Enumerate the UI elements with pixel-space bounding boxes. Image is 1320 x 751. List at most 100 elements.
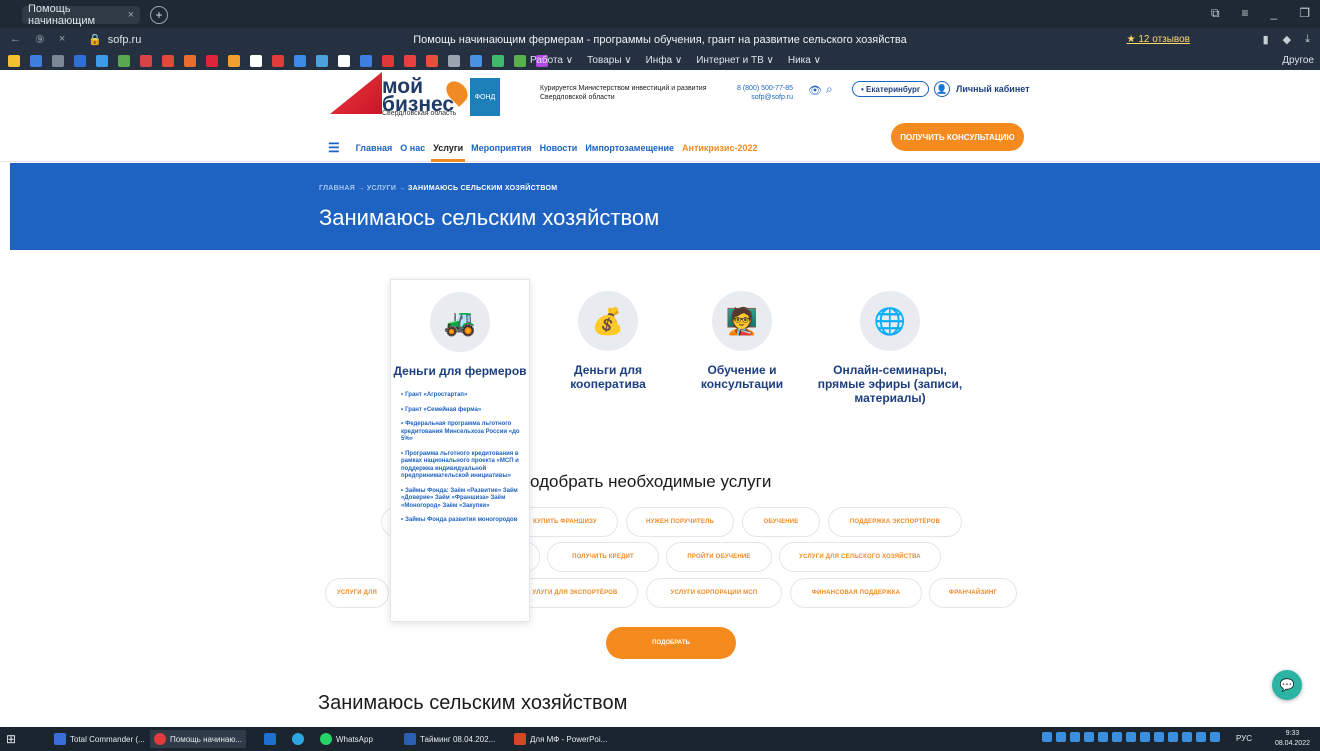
chip-take-training[interactable]: ПРОЙТИ ОБУЧЕНИЕ bbox=[666, 542, 772, 572]
chip-need-guarantor[interactable]: НУЖЕН ПОРУЧИТЕЛЬ bbox=[626, 507, 734, 537]
bookmark-favicon-icon[interactable] bbox=[206, 55, 218, 67]
menu-icon[interactable]: ≡ bbox=[1242, 6, 1249, 21]
chip-exporters-services[interactable]: УЛУГИ ДЛЯ ЭКСПОРТЁРОВ bbox=[512, 578, 638, 608]
sub-service-link[interactable]: • Федеральная программа льготного кредито… bbox=[401, 421, 529, 444]
taskbar-total-commander[interactable]: Total Commander (... bbox=[50, 730, 149, 748]
bookmark-favicon-icon[interactable] bbox=[360, 55, 372, 67]
taskbar-outlook[interactable] bbox=[260, 730, 280, 748]
chip-msp-corporation-services[interactable]: УСЛУГИ КОРПОРАЦИИ МСП bbox=[646, 578, 782, 608]
tray-icon[interactable] bbox=[1168, 732, 1178, 742]
taskbar-whatsapp[interactable]: WhatsApp bbox=[316, 730, 377, 748]
tray-icon[interactable] bbox=[1042, 732, 1052, 742]
menu-item-import-substitution[interactable]: Импортозамещение bbox=[583, 143, 676, 153]
close-icon[interactable]: × bbox=[128, 9, 134, 21]
tray-icon[interactable] bbox=[1056, 732, 1066, 742]
bookmark-favicon-icon[interactable] bbox=[470, 55, 482, 67]
city-selector[interactable]: • Екатеринбург bbox=[852, 81, 930, 97]
tray-icon[interactable] bbox=[1112, 732, 1122, 742]
bookmark-favicon-icon[interactable] bbox=[316, 55, 328, 67]
reviews-link[interactable]: ★ 12 отзывов bbox=[1127, 34, 1190, 45]
windows-start-icon[interactable]: ⊞ bbox=[6, 732, 20, 746]
bookmark-favicon-icon[interactable] bbox=[52, 55, 64, 67]
email-link[interactable]: sofp@sofp.ru bbox=[737, 93, 793, 102]
search-icon[interactable]: ⌕ bbox=[826, 82, 833, 97]
card-training[interactable]: 🧑‍🏫 Обучение и консультации bbox=[672, 285, 812, 391]
menu-item-home[interactable]: Главная bbox=[354, 143, 395, 153]
bookmark-favicon-icon[interactable] bbox=[492, 55, 504, 67]
taskbar-powerpoint[interactable]: Для МФ - PowerPoi... bbox=[510, 730, 611, 748]
bookmark-favicon-icon[interactable] bbox=[382, 55, 394, 67]
chat-button[interactable]: 💬 bbox=[1272, 670, 1302, 700]
sub-service-link[interactable]: • Программа льготного кредитования в рамк… bbox=[401, 451, 529, 481]
tabs-icon[interactable]: ⧉ bbox=[1211, 6, 1220, 21]
sub-service-link[interactable]: • Грант «Семейная ферма» bbox=[401, 407, 529, 415]
bookmark-folder-nika[interactable]: Ника ∨ bbox=[788, 55, 821, 66]
card-webinars[interactable]: 🌐 Онлайн-семинары, прямые эфиры (записи,… bbox=[810, 285, 970, 405]
chip-get-credit[interactable]: ПОЛУЧИТЬ КРЕДИТ bbox=[547, 542, 659, 572]
bookmark-favicon-icon[interactable] bbox=[140, 55, 152, 67]
phone-link[interactable]: 8 (800) 500-77-85 bbox=[737, 84, 793, 93]
pick-services-button[interactable]: ПОДОБРАТЬ bbox=[606, 627, 736, 659]
menu-item-events[interactable]: Мероприятия bbox=[469, 143, 533, 153]
bookmark-favicon-icon[interactable] bbox=[338, 55, 350, 67]
tray-icon[interactable] bbox=[1126, 732, 1136, 742]
breadcrumb-services[interactable]: УСЛУГИ bbox=[367, 185, 396, 192]
taskbar-telegram[interactable] bbox=[288, 730, 308, 748]
sub-service-link[interactable]: • Грант «Агростартап» bbox=[401, 392, 529, 400]
download-icon[interactable]: ⤓ bbox=[1305, 33, 1310, 46]
bookmark-favicon-icon[interactable] bbox=[272, 55, 284, 67]
minimize-icon[interactable]: _ bbox=[1271, 6, 1278, 21]
bookmark-folder-info[interactable]: Инфа ∨ bbox=[646, 55, 683, 66]
bookmark-favicon-icon[interactable] bbox=[514, 55, 526, 67]
tray-icon[interactable] bbox=[1140, 732, 1150, 742]
bookmark-folder-work[interactable]: Работа ∨ bbox=[530, 55, 573, 66]
menu-item-about[interactable]: О нас bbox=[398, 143, 427, 153]
chip-franchising[interactable]: ФРАНЧАЙЗИНГ bbox=[929, 578, 1017, 608]
bookmark-favicon-icon[interactable] bbox=[162, 55, 174, 67]
taskbar-word[interactable]: Тайминг 08.04.202... bbox=[400, 730, 499, 748]
clock[interactable]: 9:33 08.04.2022 bbox=[1275, 729, 1310, 749]
bookmark-other[interactable]: Другое bbox=[1282, 55, 1314, 66]
menu-item-anticrisis[interactable]: Антикризис-2022 bbox=[680, 143, 759, 153]
taskbar-browser[interactable]: Помощь начинаю... bbox=[150, 730, 246, 748]
bookmark-favicon-icon[interactable] bbox=[250, 55, 262, 67]
bookmark-folder-internet[interactable]: Интернет и ТВ ∨ bbox=[696, 55, 774, 66]
tray-icon[interactable] bbox=[1098, 732, 1108, 742]
language-indicator[interactable]: РУС bbox=[1236, 734, 1252, 743]
bookmark-favicon-icon[interactable] bbox=[184, 55, 196, 67]
chip-financial-support[interactable]: ФИНАНСОВАЯ ПОДДЕРЖКА bbox=[790, 578, 922, 608]
tray-icon[interactable] bbox=[1084, 732, 1094, 742]
tray-icon[interactable] bbox=[1210, 732, 1220, 742]
tray-icon[interactable] bbox=[1154, 732, 1164, 742]
chip-export-support[interactable]: ПОДДЕРЖКА ЭКСПОРТЁРОВ bbox=[828, 507, 962, 537]
sub-service-link[interactable]: • Займы Фонда: Заём «Развитие» Заём «Дове… bbox=[401, 488, 529, 511]
bookmark-icon[interactable]: ▮ bbox=[1263, 33, 1269, 46]
bookmark-favicon-icon[interactable] bbox=[426, 55, 438, 67]
tray-icon[interactable] bbox=[1196, 732, 1206, 742]
card-money-for-farmers[interactable]: 🚜 Деньги для фермеров • Грант «Агростарта… bbox=[390, 279, 530, 622]
bookmark-favicon-icon[interactable] bbox=[448, 55, 460, 67]
bookmark-favicon-icon[interactable] bbox=[294, 55, 306, 67]
bookmark-favicon-icon[interactable] bbox=[8, 55, 20, 67]
new-tab-button[interactable]: + bbox=[150, 6, 168, 24]
bookmark-folder-goods[interactable]: Товары ∨ bbox=[587, 55, 632, 66]
bookmark-favicon-icon[interactable] bbox=[118, 55, 130, 67]
restore-icon[interactable]: ❐ bbox=[1299, 6, 1310, 21]
bookmark-favicon-icon[interactable] bbox=[404, 55, 416, 67]
chip-agriculture-services[interactable]: УСЛУГИ ДЛЯ СЕЛЬСКОГО ХОЗЯЙСТВА bbox=[779, 542, 941, 572]
browser-tab[interactable]: Помощь начинающим × bbox=[22, 3, 140, 27]
card-money-for-cooperative[interactable]: 💰 Деньги для кооператива bbox=[538, 285, 678, 391]
site-logo[interactable]: мой бизнес Свердловская область ФОНД bbox=[330, 72, 530, 118]
tray-icon[interactable] bbox=[1070, 732, 1080, 742]
tray-icon[interactable] bbox=[1182, 732, 1192, 742]
extension-icon[interactable]: ◆ bbox=[1283, 33, 1291, 46]
personal-cabinet-link[interactable]: 👤 Личный кабинет bbox=[934, 81, 1030, 97]
bookmark-favicon-icon[interactable] bbox=[30, 55, 42, 67]
menu-item-services[interactable]: Услуги bbox=[431, 143, 466, 162]
breadcrumb-home[interactable]: ГЛАВНАЯ bbox=[319, 185, 355, 192]
menu-item-news[interactable]: Новости bbox=[538, 143, 580, 153]
sub-service-link[interactable]: • Займы Фонда развития моногородов bbox=[401, 517, 529, 525]
accessibility-eye-icon[interactable]: 👁 bbox=[808, 84, 822, 97]
bookmark-favicon-icon[interactable] bbox=[228, 55, 240, 67]
get-consultation-button[interactable]: ПОЛУЧИТЬ КОНСУЛЬТАЦИЮ bbox=[891, 123, 1024, 151]
